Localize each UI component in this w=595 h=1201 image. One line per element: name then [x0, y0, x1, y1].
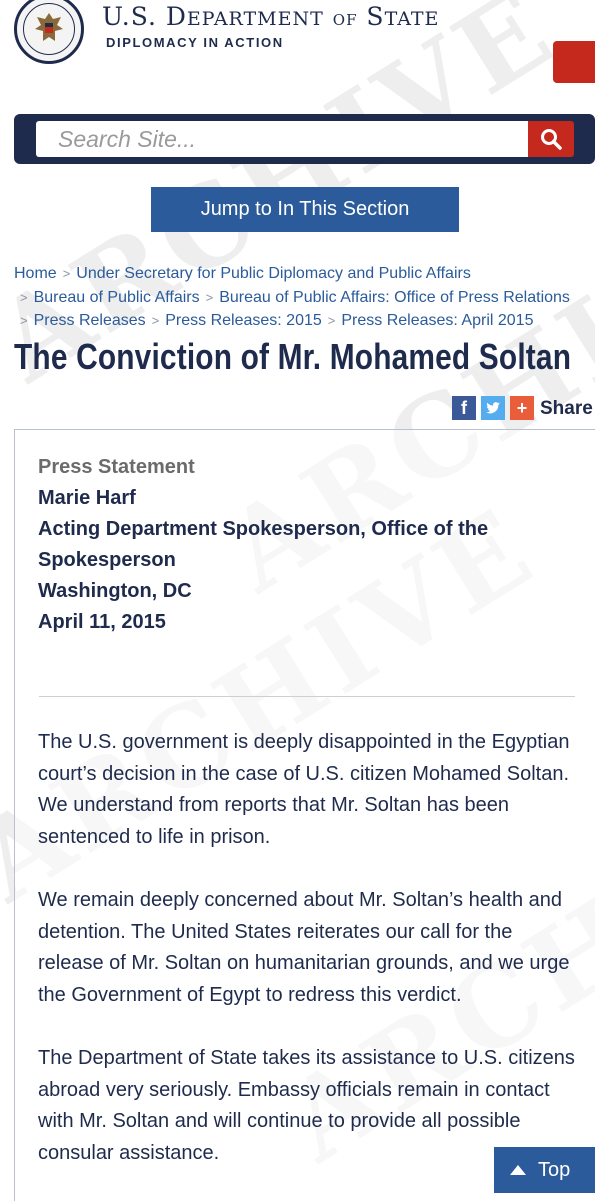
- facebook-icon[interactable]: f: [452, 396, 476, 420]
- breadcrumb-public-affairs[interactable]: Bureau of Public Affairs: [34, 289, 200, 306]
- breadcrumb-press-releases-april-2015[interactable]: Press Releases: April 2015: [341, 312, 533, 329]
- breadcrumb: Home > Under Secretary for Public Diplomac…: [14, 265, 570, 329]
- jump-to-section-button[interactable]: Jump to In This Section: [151, 187, 459, 232]
- paragraph-1: The U.S. government is deeply disappoint…: [38, 731, 570, 848]
- search-bar: [14, 114, 595, 164]
- tagline: DIPLOMACY IN ACTION: [106, 35, 284, 50]
- top-label: Top: [538, 1159, 571, 1181]
- statement-type: Press Statement: [38, 456, 195, 478]
- back-to-top-button[interactable]: Top: [494, 1147, 595, 1193]
- state-department-seal[interactable]: [14, 0, 84, 64]
- search-input[interactable]: [36, 121, 528, 157]
- menu-button[interactable]: [553, 41, 595, 83]
- breadcrumb-home[interactable]: Home: [14, 265, 57, 282]
- department-title[interactable]: U.S. DEPARTMENT OF STATE: [102, 2, 439, 31]
- plus-icon[interactable]: +: [510, 396, 534, 420]
- breadcrumb-under-secretary[interactable]: Under Secretary for Public Diplomacy and…: [76, 265, 471, 282]
- statement-location: Washington, DC: [38, 580, 192, 602]
- page-title: The Conviction of Mr. Mohamed Soltan: [14, 336, 572, 377]
- speaker-role: Acting Department Spokesperson, Office o…: [38, 518, 489, 571]
- press-statement-card: Press Statement Marie Harf Acting Depart…: [14, 429, 595, 1201]
- speaker-name: Marie Harf: [38, 487, 136, 509]
- caret-up-icon: [510, 1165, 526, 1175]
- paragraph-2: We remain deeply concerned about Mr. Sol…: [38, 889, 570, 1006]
- share-label[interactable]: Share: [540, 398, 593, 420]
- breadcrumb-press-releases[interactable]: Press Releases: [34, 312, 146, 329]
- search-button[interactable]: [528, 121, 574, 157]
- site-header: U.S. DEPARTMENT OF STATE DIPLOMACY IN AC…: [0, 0, 595, 100]
- statement-meta: Press Statement Marie Harf Acting Depart…: [38, 452, 508, 638]
- breadcrumb-press-releases-2015[interactable]: Press Releases: 2015: [165, 312, 322, 329]
- twitter-icon[interactable]: [481, 396, 505, 420]
- search-icon: [541, 129, 562, 150]
- statement-date: April 11, 2015: [38, 611, 166, 633]
- divider: [39, 696, 575, 697]
- breadcrumb-press-relations[interactable]: Bureau of Public Affairs: Office of Pres…: [219, 289, 570, 306]
